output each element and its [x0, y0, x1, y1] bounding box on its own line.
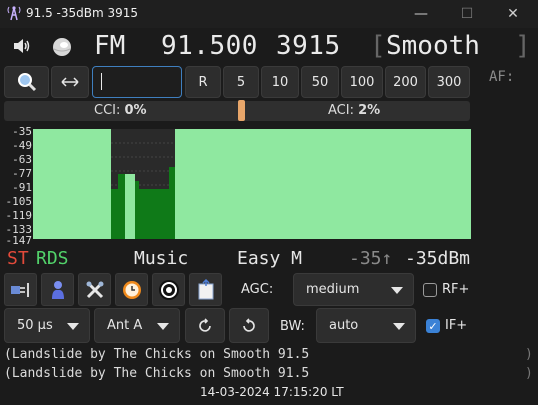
clipboard-button[interactable] — [189, 273, 222, 306]
radiotext-close-1: ) — [525, 347, 533, 362]
chevron-down-icon — [67, 322, 79, 330]
cci-indicator: CCI: 0% — [94, 103, 147, 118]
scheduler-button[interactable] — [115, 273, 148, 306]
tick-label: -147 — [5, 234, 33, 247]
cci-value: 0% — [124, 103, 147, 118]
clock-icon — [122, 280, 141, 299]
af-label: AF: — [489, 69, 515, 85]
chevron-down-icon — [391, 286, 403, 294]
signal-peak: -35↑ — [349, 248, 393, 269]
rf-plus-label: RF+ — [442, 282, 470, 297]
agc-select[interactable]: medium — [293, 273, 414, 306]
double-arrow-icon — [61, 77, 79, 87]
radiotext-line-2: (Landslide by The Chicks on Smooth 91.5 — [4, 366, 310, 381]
minimize-button[interactable]: — — [398, 0, 444, 28]
checkmark-icon: ✓ — [428, 319, 438, 333]
audio-button[interactable] — [41, 273, 74, 306]
window-title: 91.5 -35dBm 3915 — [26, 6, 139, 20]
ps-name: Smooth — [386, 31, 480, 61]
plug-icon — [10, 282, 29, 297]
bandwidth-value: auto — [329, 318, 359, 333]
rotate-cw-button[interactable] — [185, 308, 225, 343]
maximize-button[interactable]: ☐ — [444, 0, 490, 28]
spectrum-peak — [125, 174, 135, 239]
text-cursor — [101, 73, 102, 90]
cci-label: CCI: — [94, 103, 121, 118]
tools-icon — [86, 281, 103, 298]
agc-label: AGC: — [241, 282, 274, 297]
aci-indicator: ACI: 2% — [328, 103, 380, 118]
frequency-input[interactable] — [92, 66, 182, 98]
clipboard-icon — [198, 278, 213, 299]
step-50-button[interactable]: 50 — [301, 66, 339, 98]
bw-label: BW: — [280, 319, 305, 334]
tick-label: -63 — [12, 153, 32, 166]
step-5-button[interactable]: 5 — [223, 66, 259, 98]
connect-button[interactable] — [4, 273, 37, 306]
globe-icon[interactable] — [51, 36, 73, 58]
rds-view-button[interactable] — [152, 273, 185, 306]
antenna-select[interactable]: Ant A — [94, 308, 180, 343]
pty-label: Music — [134, 248, 189, 269]
radiotext-line-1: (Landslide by The Chicks on Smooth 91.5 — [4, 347, 310, 362]
spectrum-axis: -35 -49 -63 -77 -91 -105 -119 -133 -147 — [4, 125, 33, 247]
person-icon — [51, 280, 64, 299]
rotate-ccw-icon — [243, 317, 255, 332]
pi-code: 3915 — [276, 31, 341, 61]
radio-tower-icon — [6, 5, 22, 21]
band-label: FM — [94, 31, 126, 61]
stereo-indicator: ST — [7, 248, 29, 269]
spectrum-display — [33, 129, 471, 239]
if-plus-label: IF+ — [445, 318, 468, 333]
aci-value: 2% — [358, 103, 381, 118]
ps-bracket-open: [ — [370, 31, 386, 61]
close-button[interactable]: ✕ — [490, 0, 536, 28]
if-plus-checkbox[interactable]: ✓ — [426, 319, 440, 333]
step-200-button[interactable]: 200 — [385, 66, 426, 98]
aci-label: ACI: — [328, 103, 354, 118]
reset-button[interactable]: R — [185, 66, 221, 98]
deemphasis-select[interactable]: 50 µs — [4, 308, 90, 343]
agc-value: medium — [306, 282, 360, 297]
settings-button[interactable] — [78, 273, 111, 306]
tick-label: -119 — [5, 209, 33, 222]
eye-icon — [158, 279, 179, 300]
slider-handle[interactable] — [238, 100, 245, 121]
rds-indicator: RDS — [36, 248, 69, 269]
step-300-button[interactable]: 300 — [428, 66, 470, 98]
antenna-value: Ant A — [107, 318, 143, 333]
clock: 14-03-2024 17:15:20 LT — [200, 385, 344, 399]
signal-level: -35dBm — [405, 248, 471, 269]
step-10-button[interactable]: 10 — [261, 66, 299, 98]
chevron-down-icon — [393, 322, 405, 330]
speaker-icon[interactable] — [12, 37, 32, 55]
scan-range-button[interactable] — [51, 66, 89, 98]
tick-label: -77 — [12, 167, 32, 180]
deemphasis-value: 50 µs — [17, 318, 53, 333]
tick-label: -35 — [12, 125, 32, 138]
frequency-display: 91.500 — [161, 31, 258, 61]
magnifier-icon — [17, 73, 36, 92]
step-100-button[interactable]: 100 — [341, 66, 383, 98]
search-button[interactable] — [4, 66, 49, 98]
rotate-cw-icon — [199, 317, 211, 332]
tick-label: -91 — [12, 181, 32, 194]
rf-plus-checkbox[interactable] — [423, 283, 437, 297]
bandwidth-select[interactable]: auto — [316, 308, 416, 343]
rotate-ccw-button[interactable] — [229, 308, 269, 343]
ptyn-label: Easy M — [237, 248, 303, 269]
tick-label: -105 — [5, 195, 33, 208]
interference-bar — [4, 101, 470, 121]
ps-bracket-close: ] — [515, 31, 531, 61]
radiotext-close-2: ) — [525, 366, 533, 381]
chevron-down-icon — [157, 322, 169, 330]
tick-label: -49 — [12, 139, 32, 152]
